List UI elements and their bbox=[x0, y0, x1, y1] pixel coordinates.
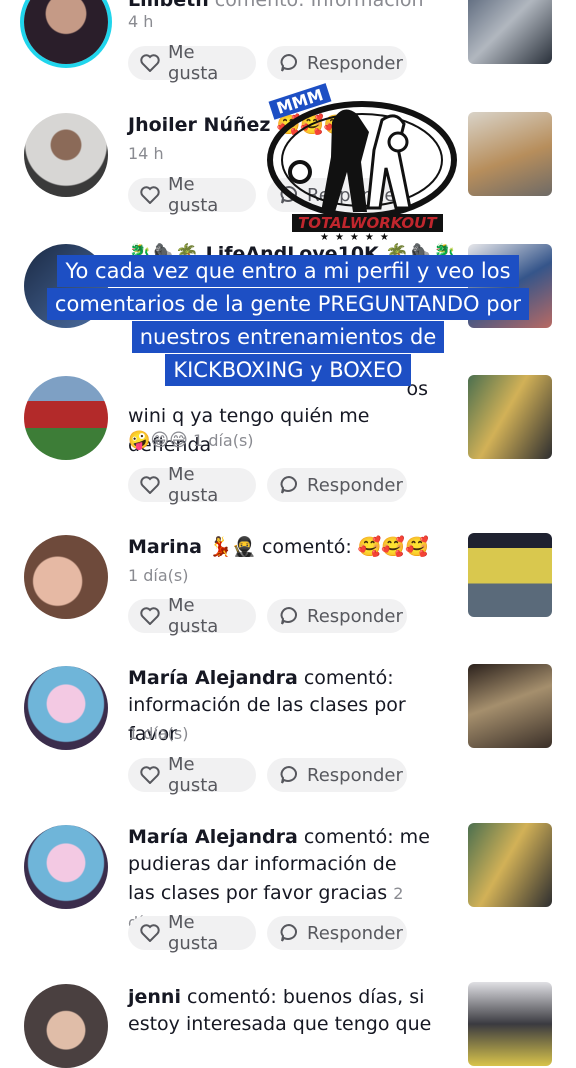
comment-time: 1 día(s) bbox=[128, 566, 189, 585]
reply-button[interactable]: Responder bbox=[267, 599, 407, 633]
reply-button[interactable]: Responder bbox=[267, 916, 407, 950]
video-thumbnail[interactable] bbox=[468, 112, 552, 196]
like-button[interactable]: Me gusta bbox=[128, 42, 256, 84]
avatar[interactable] bbox=[24, 825, 108, 909]
video-thumbnail[interactable] bbox=[468, 533, 552, 617]
like-button[interactable]: Me gusta bbox=[128, 754, 256, 796]
comment-text: María Alejandra comentó: me bbox=[128, 826, 430, 848]
video-thumbnail[interactable] bbox=[468, 0, 552, 64]
emoji-text: 🤪😁😅 bbox=[128, 430, 188, 451]
avatar[interactable] bbox=[24, 376, 108, 460]
reply-button[interactable]: Responder bbox=[267, 46, 407, 80]
like-button[interactable]: Me gusta bbox=[128, 174, 256, 216]
reply-label: Responder bbox=[307, 922, 403, 944]
avatar[interactable] bbox=[24, 984, 108, 1068]
comment-time: 4 h bbox=[128, 12, 154, 31]
avatar[interactable] bbox=[24, 0, 108, 64]
logo-stars: ★★★★★ bbox=[320, 232, 395, 243]
comment-text: Lilibeth comentó: Información bbox=[128, 0, 424, 11]
comment-time: 1 día(s) bbox=[128, 724, 189, 743]
speech-bubble-icon bbox=[280, 765, 297, 784]
reply-button[interactable]: Responder bbox=[267, 468, 407, 502]
comment-text: jenni comentó: buenos días, si bbox=[128, 986, 425, 1008]
heart-icon bbox=[140, 607, 160, 625]
heart-icon bbox=[140, 766, 160, 784]
comment-time: 1 día(s) bbox=[193, 431, 254, 450]
video-thumbnail[interactable] bbox=[468, 982, 552, 1066]
comment-time-row: 🤪😁😅 1 día(s) bbox=[128, 430, 254, 451]
like-label: Me gusta bbox=[168, 42, 219, 84]
comment-time: 14 h bbox=[128, 144, 164, 163]
speech-bubble-icon bbox=[280, 923, 297, 942]
heart-icon bbox=[140, 476, 160, 494]
reply-label: Responder bbox=[307, 764, 403, 786]
like-label: Me gusta bbox=[168, 174, 219, 216]
avatar[interactable] bbox=[24, 535, 108, 619]
like-label: Me gusta bbox=[168, 912, 219, 954]
like-label: Me gusta bbox=[168, 595, 219, 637]
caption-line: KICKBOXING y BOXEO bbox=[165, 354, 411, 386]
brand-logo: MMM TOTALWORKOUT ★★★★★ bbox=[262, 82, 462, 252]
like-label: Me gusta bbox=[168, 464, 219, 506]
speech-bubble-icon bbox=[280, 475, 297, 494]
like-label: Me gusta bbox=[168, 754, 219, 796]
speech-bubble-icon bbox=[280, 606, 297, 625]
caption-line: Yo cada vez que entro a mi perfil y veo … bbox=[57, 255, 519, 287]
video-thumbnail[interactable] bbox=[468, 375, 552, 459]
reply-label: Responder bbox=[307, 52, 403, 74]
reply-label: Responder bbox=[307, 605, 403, 627]
comment-text: Marina 💃🥷 comentó: 🥰🥰🥰 bbox=[128, 536, 429, 558]
like-button[interactable]: Me gusta bbox=[128, 912, 256, 954]
comment-text: María Alejandra comentó: bbox=[128, 667, 394, 689]
heart-icon bbox=[140, 54, 160, 72]
like-button[interactable]: Me gusta bbox=[128, 464, 256, 506]
logo-bottom-text: TOTALWORKOUT bbox=[292, 214, 443, 232]
video-thumbnail[interactable] bbox=[468, 823, 552, 907]
avatar[interactable] bbox=[24, 113, 108, 197]
like-button[interactable]: Me gusta bbox=[128, 595, 256, 637]
comment-text-cont: estoy interesada que tengo que bbox=[128, 1013, 432, 1035]
caption-line: nuestros entrenamientos de bbox=[131, 321, 445, 353]
caption-line: comentarios de la gente PREGUNTANDO por bbox=[46, 288, 530, 320]
reply-label: Responder bbox=[307, 474, 403, 496]
video-caption-overlay: Yo cada vez que entro a mi perfil y veo … bbox=[0, 255, 576, 387]
video-thumbnail[interactable] bbox=[468, 664, 552, 748]
heart-icon bbox=[140, 924, 160, 942]
speech-bubble-icon bbox=[280, 53, 297, 72]
heart-icon bbox=[140, 186, 160, 204]
avatar[interactable] bbox=[24, 666, 108, 750]
reply-button[interactable]: Responder bbox=[267, 758, 407, 792]
